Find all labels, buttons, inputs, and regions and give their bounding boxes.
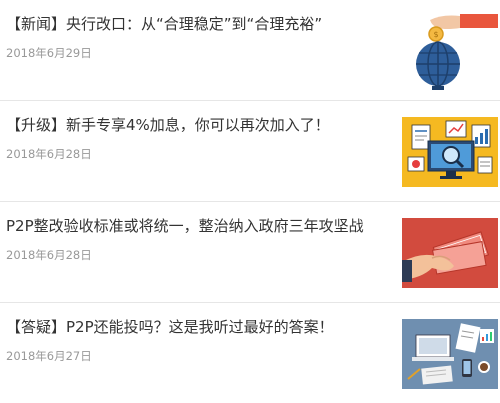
article-date: 2018年6月29日 bbox=[6, 46, 92, 60]
article-date: 2018年6月28日 bbox=[6, 147, 92, 161]
dashboard-analytics-icon bbox=[402, 117, 498, 187]
globe-coin-hand-icon: $ bbox=[402, 10, 498, 90]
news-feed: 【新闻】央行改口：从“合理稳定”到“合理充裕” 2018年6月29日 $ 【升级… bbox=[0, 0, 500, 401]
desk-workspace-icon bbox=[402, 319, 498, 389]
article-title[interactable]: 【答疑】P2P还能投吗？这是我听过最好的答案！ bbox=[6, 317, 392, 337]
article-title[interactable]: P2P整改验收标准或将统一，整治纳入政府三年攻坚战 bbox=[6, 216, 392, 236]
article-item[interactable]: 【新闻】央行改口：从“合理稳定”到“合理充裕” 2018年6月29日 $ bbox=[0, 0, 500, 100]
article-item[interactable]: 【答疑】P2P还能投吗？这是我听过最好的答案！ 2018年6月27日 bbox=[0, 303, 500, 403]
svg-text:$: $ bbox=[433, 30, 438, 39]
globe-coin-hand-illustration[interactable]: $ bbox=[402, 10, 498, 90]
hand-cash-icon bbox=[402, 218, 498, 288]
article-title[interactable]: 【新闻】央行改口：从“合理稳定”到“合理充裕” bbox=[6, 14, 392, 34]
article-item[interactable]: P2P整改验收标准或将统一，整治纳入政府三年攻坚战 2018年6月28日 bbox=[0, 202, 500, 302]
article-title[interactable]: 【升级】新手专享4%加息，你可以再次加入了！ bbox=[6, 115, 392, 135]
dashboard-analytics-illustration[interactable] bbox=[402, 117, 498, 187]
hand-cash-illustration[interactable] bbox=[402, 218, 498, 288]
article-date: 2018年6月28日 bbox=[6, 248, 92, 262]
article-item[interactable]: 【升级】新手专享4%加息，你可以再次加入了！ 2018年6月28日 bbox=[0, 101, 500, 201]
article-date: 2018年6月27日 bbox=[6, 349, 92, 363]
desk-workspace-illustration[interactable] bbox=[402, 319, 498, 389]
